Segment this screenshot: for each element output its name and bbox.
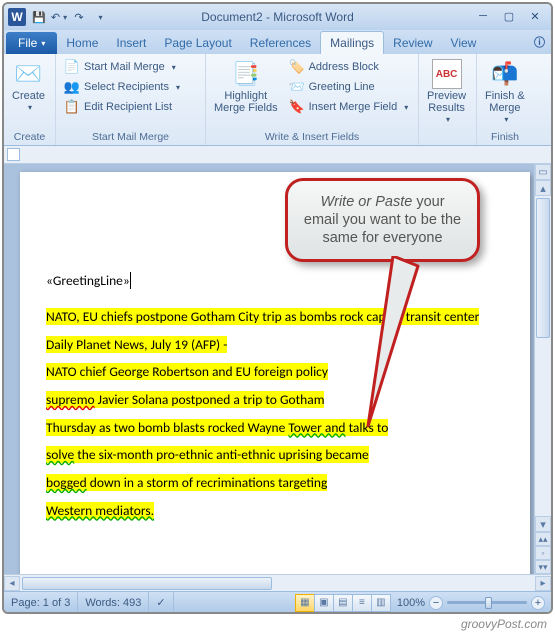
qat-customize-button[interactable] [90,8,108,26]
address-block-button[interactable]: 🏷️Address Block [285,57,414,77]
zoom-out-button[interactable]: − [429,596,443,610]
redo-button[interactable]: ↷ [70,8,88,26]
scroll-down-button[interactable]: ▾ [535,516,551,532]
recipients-icon: 👥 [64,79,80,95]
select-recipients-button[interactable]: 👥Select Recipients [60,77,201,97]
group-label-create: Create [8,130,51,144]
tab-references[interactable]: References [241,32,320,54]
full-screen-view-button[interactable]: ▣ [314,594,334,612]
edit-recipient-list-button[interactable]: 📋Edit Recipient List [60,97,201,117]
word-app-icon: W [8,8,26,26]
tab-page-layout[interactable]: Page Layout [155,32,240,54]
highlight-merge-fields-button[interactable]: 📑 Highlight Merge Fields [210,57,282,130]
hscroll-thumb[interactable] [22,577,272,590]
group-label-preview [423,142,472,144]
ribbon: ✉️ Create Create 📄Start Mail Merge 👥Sele… [4,54,551,146]
scroll-left-button[interactable]: ◂ [4,576,20,591]
ruler-toggle-button[interactable]: ▭ [535,164,551,180]
undo-button[interactable]: ↶ [50,8,68,26]
body-text[interactable]: NATO, EU chiefs postpone Gotham City tri… [46,303,512,524]
title-bar: W 💾 ↶ ↷ Document2 - Microsoft Word ─ ▢ ✕ [4,4,551,30]
mail-merge-icon: 📄 [64,59,80,75]
annotation-callout: Write or Paste your email you want to be… [285,178,480,262]
help-icon[interactable]: ⓘ [534,34,545,50]
edit-list-icon: 📋 [64,99,80,115]
close-button[interactable]: ✕ [523,7,547,25]
print-layout-view-button[interactable]: ▦ [295,594,315,612]
group-label-finish: Finish [481,130,529,144]
scroll-track[interactable] [535,196,551,516]
greeting-line-field[interactable]: «GreetingLine» [46,272,512,289]
maximize-button[interactable]: ▢ [497,7,521,25]
save-button[interactable]: 💾 [30,8,48,26]
start-mail-merge-button[interactable]: 📄Start Mail Merge [60,57,201,77]
word-count[interactable]: Words: 493 [78,592,149,613]
scroll-thumb[interactable] [536,198,550,338]
tab-home[interactable]: Home [57,32,107,54]
ribbon-tabs: File▾ Home Insert Page Layout References… [4,30,551,54]
status-bar: Page: 1 of 3 Words: 493 ✓ ▦ ▣ ▤ ≡ ▥ 100%… [4,591,551,613]
watermark: groovyPost.com [461,617,547,631]
previous-page-button[interactable]: ▴▴ [535,532,551,546]
highlight-icon: 📑 [231,59,261,89]
zoom-level[interactable]: 100% [397,597,425,609]
document-page[interactable]: Write or Paste your email you want to be… [20,172,530,574]
preview-results-button[interactable]: ABC Preview Results [423,57,470,142]
horizontal-scrollbar[interactable]: ◂ ▸ [4,574,551,591]
tab-insert[interactable]: Insert [107,32,155,54]
next-page-button[interactable]: ▾▾ [535,560,551,574]
tab-selector-button[interactable] [7,148,20,161]
scroll-right-button[interactable]: ▸ [535,576,551,591]
create-button[interactable]: ✉️ Create [8,57,49,130]
tab-mailings[interactable]: Mailings [320,31,384,54]
page-indicator[interactable]: Page: 1 of 3 [4,592,78,613]
proofing-button[interactable]: ✓ [149,592,173,613]
web-layout-view-button[interactable]: ▤ [333,594,353,612]
finish-merge-button[interactable]: 📬 Finish & Merge [481,57,529,130]
minimize-button[interactable]: ─ [471,7,495,25]
outline-view-button[interactable]: ≡ [352,594,372,612]
finish-icon: 📬 [490,59,520,89]
greeting-icon: 📨 [289,79,305,95]
horizontal-ruler[interactable] [4,146,551,164]
envelope-icon: ✉️ [14,59,44,89]
greeting-line-button[interactable]: 📨Greeting Line [285,77,414,97]
zoom-slider-knob[interactable] [485,597,492,609]
group-label-start: Start Mail Merge [60,130,201,144]
quick-access-toolbar: 💾 ↶ ↷ [30,8,108,26]
scroll-up-button[interactable]: ▴ [535,180,551,196]
insert-merge-field-button[interactable]: 🔖Insert Merge Field [285,97,414,117]
preview-icon: ABC [432,59,462,89]
field-icon: 🔖 [289,99,305,115]
zoom-slider[interactable] [447,601,527,604]
file-tab[interactable]: File▾ [6,32,57,54]
tab-view[interactable]: View [442,32,486,54]
vertical-scrollbar[interactable]: ▭ ▴ ▾ ▴▴ ◦ ▾▾ [534,164,551,574]
draft-view-button[interactable]: ▥ [371,594,391,612]
browse-object-button[interactable]: ◦ [535,546,551,560]
tab-review[interactable]: Review [384,32,441,54]
zoom-in-button[interactable]: + [531,596,545,610]
address-icon: 🏷️ [289,59,305,75]
group-label-write: Write & Insert Fields [210,130,414,144]
